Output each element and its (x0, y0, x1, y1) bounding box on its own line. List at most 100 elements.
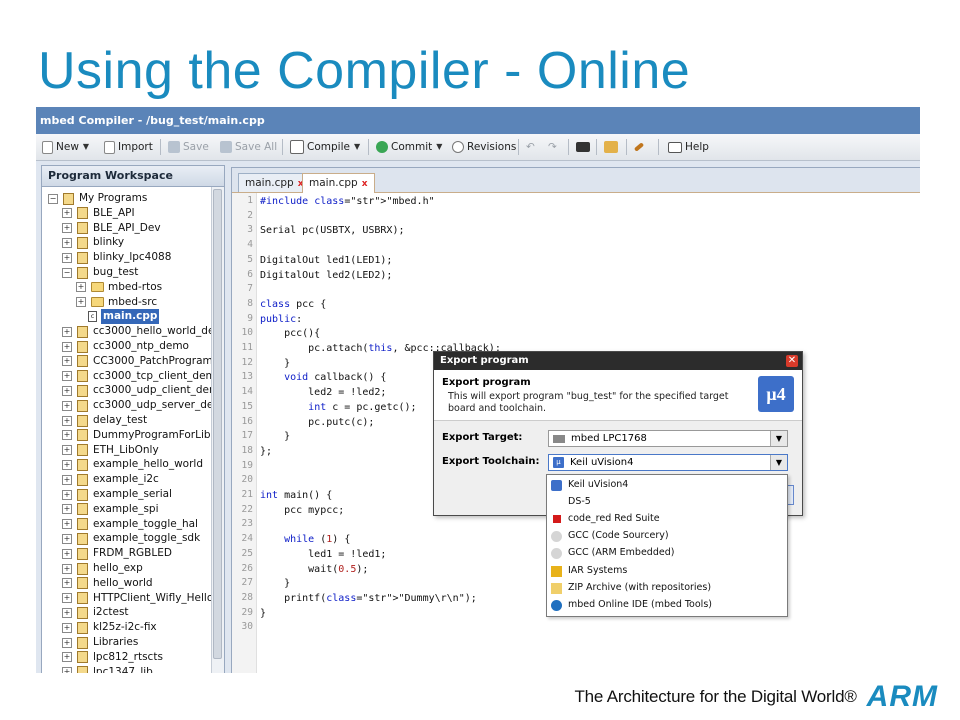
toolchain-option[interactable]: ZIP Archive (with repositories) (551, 580, 711, 596)
undo-button[interactable]: ↶ (526, 138, 535, 156)
tree-folder-item[interactable]: + mbed-rtos (76, 280, 162, 295)
toolchain-option[interactable]: IAR Systems (551, 563, 627, 579)
expand-icon[interactable]: + (62, 474, 72, 485)
export-target-select[interactable]: mbed LPC1768 ▼ (548, 430, 788, 447)
tree-program-item[interactable]: − My Programs (48, 191, 147, 206)
tree-program-item[interactable]: + lpc1347_lib (62, 665, 153, 673)
new-button[interactable]: New ▼ (42, 138, 89, 156)
tree-program-item[interactable]: + Libraries (62, 635, 138, 650)
expand-icon[interactable]: + (62, 548, 72, 559)
tree-program-item[interactable]: + i2ctest (62, 605, 129, 620)
tree-program-item[interactable]: + hello_exp (62, 561, 143, 576)
expand-icon[interactable]: + (62, 563, 72, 574)
revisions-button[interactable]: Revisions (452, 138, 516, 156)
compile-label: Compile (307, 141, 350, 153)
code-line: int main() { (260, 490, 333, 501)
expand-icon[interactable]: + (62, 652, 72, 663)
expand-icon[interactable]: + (62, 637, 72, 648)
expand-icon[interactable]: + (62, 593, 72, 604)
expand-icon[interactable]: + (62, 430, 72, 441)
tree-program-item[interactable]: + example_toggle_hal (62, 517, 198, 532)
tree-program-item[interactable]: + delay_test (62, 413, 147, 428)
scrollbar-thumb[interactable] (213, 189, 222, 659)
tree-program-item[interactable]: + example_i2c (62, 472, 159, 487)
chevron-down-icon: ▼ (436, 142, 443, 151)
tree-program-item[interactable]: + cc3000_hello_world_demo (62, 324, 211, 339)
tools-button[interactable] (633, 138, 647, 156)
expand-icon[interactable]: + (62, 371, 72, 382)
close-icon[interactable]: x (362, 179, 368, 189)
expand-icon[interactable]: + (62, 519, 72, 530)
import-button[interactable]: Import (104, 138, 153, 156)
expand-icon[interactable]: + (76, 297, 86, 308)
tab-main-cpp-active[interactable]: main.cpp x (302, 173, 375, 193)
expand-icon[interactable]: + (62, 445, 72, 456)
compile-button[interactable]: Compile ▼ (290, 138, 360, 156)
expand-icon[interactable]: + (62, 326, 72, 337)
find-button[interactable] (576, 138, 593, 156)
expand-icon[interactable]: + (62, 208, 72, 219)
tree-program-item[interactable]: + hello_world (62, 576, 153, 591)
tree-folder-item[interactable]: + mbed-src (76, 295, 157, 310)
toolchain-option[interactable]: code_red Red Suite (551, 511, 660, 527)
tree-program-item[interactable]: + cc3000_udp_client_demo (62, 383, 211, 398)
export-toolchain-select[interactable]: μ Keil uVision4 ▼ (548, 454, 788, 471)
expand-icon[interactable]: + (62, 607, 72, 618)
collapse-icon[interactable]: − (62, 267, 72, 278)
expand-icon[interactable]: + (62, 223, 72, 234)
toolchain-option[interactable]: mbed Online IDE (mbed Tools) (551, 597, 712, 613)
expand-icon[interactable]: + (62, 415, 72, 426)
expand-icon[interactable]: + (62, 667, 72, 673)
toolchain-option[interactable]: GCC (ARM Embedded) (551, 545, 674, 561)
tree-program-item[interactable]: + DummyProgramForLibraries (62, 428, 211, 443)
expand-icon[interactable]: + (62, 385, 72, 396)
tree-program-item[interactable]: + cc3000_tcp_client_demo (62, 369, 211, 384)
toolchain-option[interactable]: Keil uVision4 (551, 477, 628, 493)
workspace-scrollbar[interactable] (211, 187, 224, 673)
save-button[interactable]: Save (168, 138, 209, 156)
chevron-down-icon[interactable]: ▼ (770, 431, 787, 446)
expand-icon[interactable]: + (62, 356, 72, 367)
expand-icon[interactable]: + (62, 459, 72, 470)
tree-program-item[interactable]: + HTTPClient_Wifly_HelloWo (62, 591, 211, 606)
toolchain-option[interactable]: DS-5 (551, 494, 591, 510)
save-all-button[interactable]: Save All (220, 138, 277, 156)
tree-program-item[interactable]: + example_hello_world (62, 457, 203, 472)
tree-program-item[interactable]: + ETH_LibOnly (62, 443, 159, 458)
tree-program-item[interactable]: + example_serial (62, 487, 172, 502)
tree-program-item[interactable]: + BLE_API (62, 206, 135, 221)
tree-program-item[interactable]: + CC3000_PatchProgramme (62, 354, 211, 369)
tree-program-item[interactable]: + example_spi (62, 502, 159, 517)
chevron-down-icon[interactable]: ▼ (770, 455, 787, 470)
redo-button[interactable]: ↷ (548, 138, 557, 156)
expand-icon[interactable]: + (62, 489, 72, 500)
expand-icon[interactable]: + (76, 282, 86, 293)
tree-program-item[interactable]: + cc3000_ntp_demo (62, 339, 189, 354)
expand-icon[interactable]: + (62, 578, 72, 589)
tree-program-item[interactable]: + BLE_API_Dev (62, 221, 161, 236)
help-button[interactable]: Help (668, 138, 709, 156)
tab-main-cpp[interactable]: main.cpp x (238, 173, 311, 192)
expand-icon[interactable]: + (62, 400, 72, 411)
expand-icon[interactable]: + (62, 533, 72, 544)
program-icon (77, 621, 88, 634)
expand-icon[interactable]: + (62, 504, 72, 515)
expand-icon[interactable]: + (62, 341, 72, 352)
tree-program-item[interactable]: + lpc812_rtscts (62, 650, 163, 665)
expand-icon[interactable]: + (62, 252, 72, 263)
close-icon[interactable]: ✕ (786, 355, 798, 367)
expand-icon[interactable]: + (62, 622, 72, 633)
tree-program-item[interactable]: + example_toggle_sdk (62, 531, 200, 546)
tree-program-item[interactable]: + blinky_lpc4088 (62, 250, 171, 265)
tree-program-item[interactable]: − bug_test (62, 265, 138, 280)
format-button[interactable] (604, 138, 621, 156)
tree-file-item[interactable]: c main.cpp (88, 309, 160, 325)
commit-button[interactable]: Commit ▼ (376, 138, 442, 156)
tree-program-item[interactable]: + cc3000_udp_server_demo (62, 398, 211, 413)
toolchain-option[interactable]: GCC (Code Sourcery) (551, 528, 669, 544)
expand-icon[interactable]: + (62, 237, 72, 248)
tree-program-item[interactable]: + FRDM_RGBLED (62, 546, 172, 561)
tree-program-item[interactable]: + kl25z-i2c-fix (62, 620, 157, 635)
collapse-icon[interactable]: − (48, 193, 58, 204)
tree-program-item[interactable]: + blinky (62, 235, 124, 250)
